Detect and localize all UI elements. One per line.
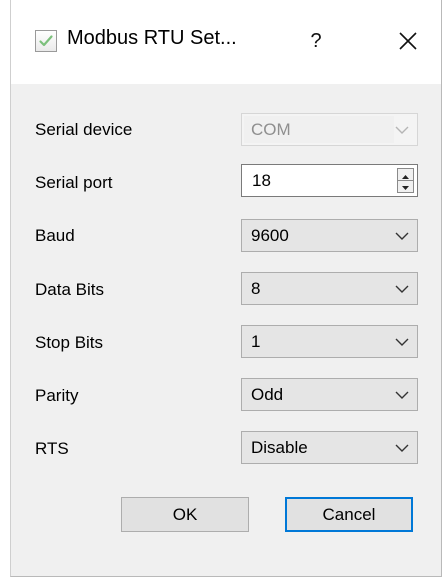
data-bits-combobox[interactable]: 8 (241, 272, 418, 305)
title-bar: Modbus RTU Set... ? (11, 0, 441, 84)
ok-button[interactable]: OK (121, 497, 249, 532)
chevron-down-icon (393, 228, 411, 244)
window-title: Modbus RTU Set... (67, 27, 237, 49)
spin-up-icon[interactable] (398, 169, 413, 181)
parity-combobox[interactable]: Odd (241, 378, 418, 411)
close-icon[interactable] (395, 28, 421, 54)
checkbox-app-icon (35, 30, 57, 52)
stop-bits-label: Stop Bits (35, 333, 104, 352)
cancel-button[interactable]: Cancel (285, 497, 413, 532)
chevron-down-icon (393, 387, 411, 403)
chevron-down-icon (393, 122, 411, 138)
chevron-down-icon (393, 334, 411, 350)
stop-bits-combobox[interactable]: 1 (241, 325, 418, 358)
serial-port-label: Serial port (35, 173, 113, 192)
baud-value: 9600 (251, 226, 289, 245)
rts-value: Disable (251, 438, 308, 457)
data-bits-value: 8 (251, 279, 261, 298)
chevron-down-icon (393, 440, 411, 456)
rts-label: RTS (35, 439, 69, 458)
baud-label: Baud (35, 226, 75, 245)
modbus-rtu-settings-dialog: Modbus RTU Set... ? Serial device COM Se… (10, 0, 442, 577)
serial-port-value[interactable]: 18 (252, 171, 271, 191)
chevron-down-icon (393, 281, 411, 297)
serial-device-value: COM (251, 120, 291, 139)
serial-port-spinbox[interactable]: 18 (241, 164, 418, 197)
rts-combobox[interactable]: Disable (241, 431, 418, 464)
spin-buttons (397, 168, 414, 193)
baud-combobox[interactable]: 9600 (241, 219, 418, 252)
help-button[interactable]: ? (303, 26, 329, 56)
parity-value: Odd (251, 385, 284, 404)
spin-down-icon[interactable] (398, 181, 413, 192)
stop-bits-value: 1 (251, 332, 261, 351)
serial-device-label: Serial device (35, 120, 133, 139)
serial-device-combobox[interactable]: COM (241, 113, 418, 146)
parity-label: Parity (35, 386, 79, 405)
data-bits-label: Data Bits (35, 280, 104, 299)
